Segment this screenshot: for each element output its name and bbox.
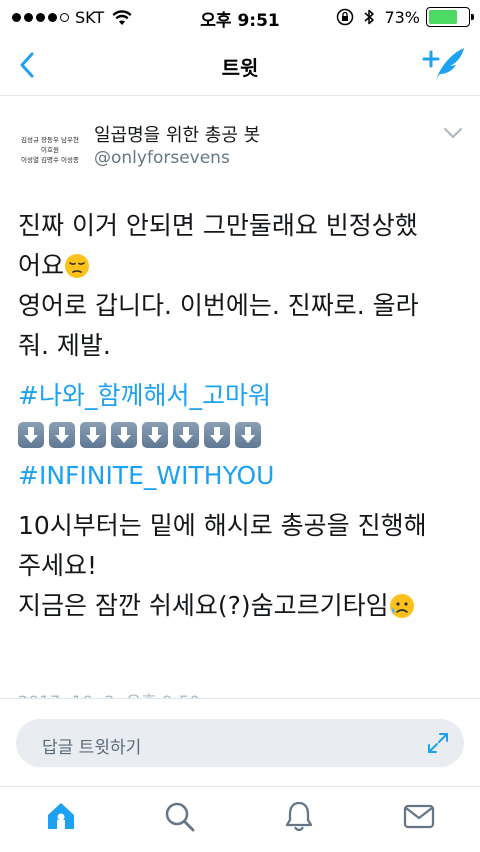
avatar-text-line: 김성규 장동우 남우현 <box>21 136 79 144</box>
down-arrow-icon <box>111 422 137 448</box>
down-arrow-icon <box>173 422 199 448</box>
reply-input[interactable]: 답글 트윗하기 <box>16 719 464 767</box>
search-icon[interactable] <box>162 799 196 833</box>
tweet-line-text: 어요 <box>18 251 65 280</box>
home-icon[interactable] <box>44 799 78 833</box>
reply-placeholder: 답글 트윗하기 <box>42 738 142 758</box>
avatar[interactable]: 김성규 장동우 남우현 이호원 이성열 김명수 이성종 <box>18 118 82 182</box>
nav-bar: 트윗 <box>0 34 480 96</box>
bluetooth-icon <box>364 9 375 25</box>
user-handle[interactable]: @onlyforsevens <box>94 148 230 168</box>
avatar-text-line: 이호원 <box>41 146 59 154</box>
page-title: 트윗 <box>221 56 259 80</box>
expand-icon[interactable] <box>426 731 450 755</box>
compose-tweet-icon[interactable] <box>422 44 466 84</box>
down-arrow-icon <box>18 422 44 448</box>
battery-percent: 73% <box>384 7 420 27</box>
status-right: 73% <box>336 7 474 27</box>
messages-icon[interactable] <box>402 799 436 833</box>
avatar-text-line: 이성열 김명수 이성종 <box>21 156 79 164</box>
battery-level-fill <box>429 10 457 24</box>
down-arrow-icon <box>204 422 230 448</box>
tweet-line: 진짜 이거 안되면 그만둘래요 빈정상했 <box>18 211 418 240</box>
pensive-face-icon <box>65 254 90 278</box>
battery-icon <box>426 7 474 27</box>
tweet-line: 지금은 잠깐 쉬세요(?)숨고르기타임 <box>18 586 466 626</box>
down-arrow-icon <box>80 422 106 448</box>
reply-bar: 답글 트윗하기 <box>0 698 480 786</box>
tweet-line: 주세요! <box>18 551 98 580</box>
tweet-line: 영어로 갑니다. 이번에는. 진짜로. 올라 <box>18 291 419 320</box>
orientation-lock-icon <box>337 8 354 26</box>
notifications-icon[interactable] <box>282 799 316 833</box>
down-arrow-icon <box>49 422 75 448</box>
arrow-emoji-row <box>18 416 466 456</box>
status-bar: SKT 오후 9:51 73% <box>0 0 480 34</box>
tweet-line: 어요 <box>18 246 466 286</box>
tab-bar <box>0 786 480 852</box>
tweet-text: 진짜 이거 안되면 그만둘래요 빈정상했 어요 영어로 갑니다. 이번에는. 진… <box>18 206 466 626</box>
tweet-line-text: 지금은 잠깐 쉬세요(?)숨고르기타임 <box>18 591 389 620</box>
tweet-line: 줘. 제발. <box>18 331 111 360</box>
tweet-line: 10시부터는 밑에 해시로 총공을 진행해 <box>18 511 427 540</box>
sad-sweat-face-icon <box>389 594 414 618</box>
hashtag-link[interactable]: #INFINITE_WITHYOU <box>18 456 466 496</box>
down-arrow-icon <box>142 422 168 448</box>
display-name[interactable]: 일곱명을 위한 총공 봇 <box>94 121 260 147</box>
chevron-down-icon[interactable] <box>442 124 464 142</box>
down-arrow-icon <box>235 422 261 448</box>
hashtag-link[interactable]: #나와_함께해서_고마워 <box>18 376 466 416</box>
